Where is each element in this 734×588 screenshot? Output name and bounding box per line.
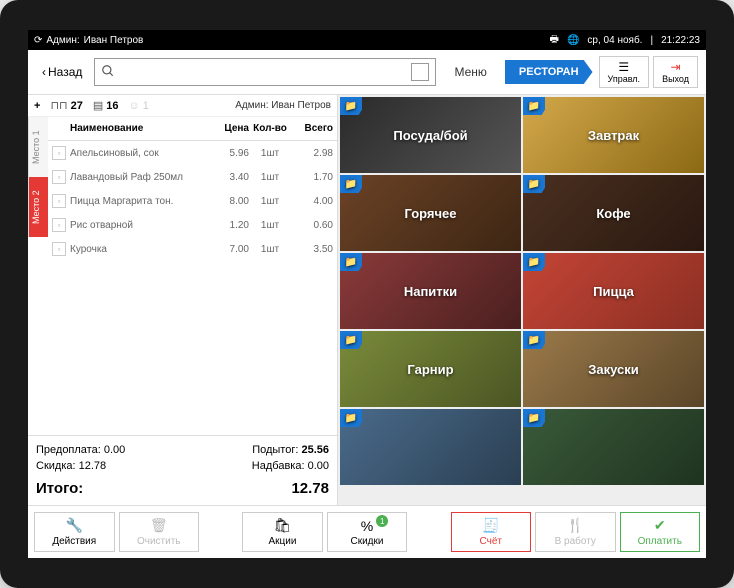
sync-icon: ⟳ <box>34 35 42 46</box>
category-tile[interactable]: 📁 Пицца <box>523 253 704 329</box>
sliders-icon: ☰ <box>608 60 641 74</box>
order-panel: + ⊓⊓27 ▤16 ☺1 Админ: Иван Петров Место 1… <box>28 95 338 505</box>
category-tile[interactable]: 📁 <box>340 409 521 485</box>
col-total: Всего <box>291 123 333 134</box>
order-header: + ⊓⊓27 ▤16 ☺1 Админ: Иван Петров <box>28 95 337 117</box>
wrench-icon: 🔧 <box>66 517 83 534</box>
search-icon <box>101 64 115 81</box>
towork-button[interactable]: 🍴В работу <box>535 512 616 552</box>
folder-icon: 📁 <box>523 175 545 193</box>
search-square-toggle[interactable] <box>411 63 429 81</box>
folder-icon: 📁 <box>340 175 362 193</box>
exit-label: Выход <box>662 74 689 84</box>
category-tile[interactable]: 📁 Напитки <box>340 253 521 329</box>
category-grid: 📁 Посуда/бой 📁 Завтрак 📁 Горячее 📁 Кофе 📁 Напитки… <box>338 95 706 505</box>
category-label: Горячее <box>404 206 456 221</box>
col-name: Наименование <box>52 123 207 134</box>
folder-icon: 📁 <box>340 331 362 349</box>
folder-icon: 📁 <box>340 253 362 271</box>
folder-icon: 📁 <box>523 97 545 115</box>
place-tab-2[interactable]: Место 2 <box>28 177 48 237</box>
check-icon: ✔ <box>654 517 666 534</box>
totals: Предоплата: 0.00Подытог: 25.56 Скидка: 1… <box>28 435 337 505</box>
table-row[interactable]: ▫Лавандовый Раф 250мл3.401шт1.70 <box>48 165 337 189</box>
col-qty: Кол-во <box>249 123 291 134</box>
category-tile[interactable]: 📁 Горячее <box>340 175 521 251</box>
bottom-bar: 🔧Действия 🗑Очистить 🛍Акции %1Скидки 🧾Счё… <box>28 505 706 558</box>
menu-label[interactable]: Меню <box>442 65 498 79</box>
category-label: Завтрак <box>588 128 639 143</box>
add-button[interactable]: + <box>34 100 40 112</box>
folder-icon: 📁 <box>523 409 545 427</box>
bill-icon: 🧾 <box>482 517 499 534</box>
person-icon: ☺ <box>129 100 140 112</box>
pay-button[interactable]: ✔Оплатить <box>620 512 701 552</box>
item-icon: ▫ <box>52 170 66 184</box>
exit-icon: ⇥ <box>662 60 689 74</box>
order-admin: Админ: Иван Петров <box>235 100 331 111</box>
status-admin-prefix: Админ: <box>46 35 79 46</box>
item-icon: ▫ <box>52 194 66 208</box>
status-admin-name: Иван Петров <box>84 35 144 46</box>
printer-icon: 🖶 <box>550 32 559 49</box>
clear-button[interactable]: 🗑Очистить <box>119 512 200 552</box>
total-label: Итого: <box>36 480 83 497</box>
cutlery-icon: 🍴 <box>567 517 584 534</box>
restaurant-tag[interactable]: РЕСТОРАН <box>505 60 593 84</box>
promo-button[interactable]: 🛍Акции <box>242 512 323 552</box>
bag-icon: 🛍 <box>274 517 292 534</box>
category-tile[interactable]: 📁 Гарнир <box>340 331 521 407</box>
category-tile[interactable]: 📁 Посуда/бой <box>340 97 521 173</box>
category-label: Гарнир <box>407 362 453 377</box>
category-tile[interactable]: 📁 Завтрак <box>523 97 704 173</box>
manage-button[interactable]: ☰ Управл. <box>599 56 650 88</box>
item-icon: ▫ <box>52 218 66 232</box>
bill-button[interactable]: 🧾Счёт <box>451 512 532 552</box>
guests-indicator[interactable]: ▤16 <box>93 99 119 112</box>
percent-icon: % <box>361 518 373 534</box>
category-label: Закуски <box>588 362 639 377</box>
category-label: Напитки <box>404 284 457 299</box>
category-label: Кофе <box>596 206 630 221</box>
search-input-wrap[interactable] <box>94 58 436 86</box>
receipt-icon: ▤ <box>93 99 103 112</box>
category-tile[interactable]: 📁 Кофе <box>523 175 704 251</box>
discount-badge: 1 <box>376 515 388 527</box>
total-value: 12.78 <box>291 480 329 497</box>
table-header: Наименование Цена Кол-во Всего <box>48 117 337 141</box>
folder-icon: 📁 <box>340 97 362 115</box>
person-indicator[interactable]: ☺1 <box>129 100 149 112</box>
table-row[interactable]: ▫Рис отварной1.201шт0.60 <box>48 213 337 237</box>
actions-button[interactable]: 🔧Действия <box>34 512 115 552</box>
status-date: ср, 04 нояб. <box>587 35 642 46</box>
exit-button[interactable]: ⇥ Выход <box>653 56 698 88</box>
table-row[interactable]: ▫Курочка7.001шт3.50 <box>48 237 337 261</box>
table-icon: ⊓⊓ <box>50 99 67 112</box>
item-icon: ▫ <box>52 242 66 256</box>
globe-icon: 🌐 <box>567 35 579 46</box>
folder-icon: 📁 <box>523 331 545 349</box>
category-label: Пицца <box>593 284 634 299</box>
table-row[interactable]: ▫Апельсиновый, сок5.961шт2.98 <box>48 141 337 165</box>
search-input[interactable] <box>121 65 405 79</box>
status-bar: ⟳ Админ: Иван Петров 🖶 🌐 ср, 04 нояб. | … <box>28 30 706 50</box>
trash-icon: 🗑 <box>150 517 168 534</box>
back-button[interactable]: ‹ Назад <box>36 61 88 83</box>
category-label: Посуда/бой <box>393 128 467 143</box>
manage-label: Управл. <box>608 74 641 84</box>
item-icon: ▫ <box>52 146 66 160</box>
folder-icon: 📁 <box>340 409 362 427</box>
category-tile[interactable]: 📁 <box>523 409 704 485</box>
discounts-button[interactable]: %1Скидки <box>327 512 408 552</box>
table-row[interactable]: ▫Пицца Маргарита тон.8.001шт4.00 <box>48 189 337 213</box>
folder-icon: 📁 <box>523 253 545 271</box>
table-indicator[interactable]: ⊓⊓27 <box>50 99 82 112</box>
category-tile[interactable]: 📁 Закуски <box>523 331 704 407</box>
top-bar: ‹ Назад Меню РЕСТОРАН ☰ Управл. ⇥ Выход <box>28 50 706 95</box>
status-time: 21:22:23 <box>661 35 700 46</box>
place-tab-1[interactable]: Место 1 <box>28 117 48 177</box>
back-label: Назад <box>48 65 82 79</box>
col-price: Цена <box>207 123 249 134</box>
chevron-left-icon: ‹ <box>42 65 46 79</box>
